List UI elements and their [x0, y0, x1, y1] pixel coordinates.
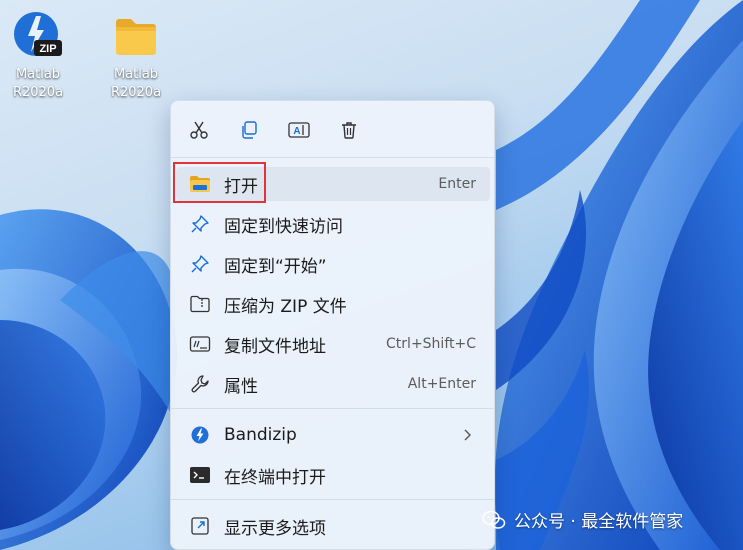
menu-item-label: 固定到快速访问 [224, 216, 343, 237]
menu-item-label: 固定到“开始” [224, 256, 327, 277]
menu-item-label: 显示更多选项 [224, 518, 326, 539]
menu-divider [171, 499, 494, 500]
folder-icon [116, 19, 156, 55]
menu-item-shortcut: Enter [438, 176, 476, 192]
delete-icon [342, 122, 356, 139]
menu-item-label: 属性 [224, 376, 258, 397]
context-menu-toolbar: A [181, 113, 367, 149]
pin-icon [191, 255, 209, 273]
wechat-icon [482, 510, 506, 529]
menu-item-open-terminal[interactable]: 在终端中打开 [176, 458, 490, 492]
zip-archive-icon: ZIP [14, 12, 62, 56]
cut-icon [190, 121, 208, 139]
menu-item-copy-path[interactable]: 复制文件地址 Ctrl+Shift+C [176, 327, 490, 361]
menu-divider [171, 157, 494, 158]
terminal-icon [190, 467, 210, 483]
desktop: ZIP Matlab R2020a Matlab R2020a A 打开 Ent… [0, 0, 743, 550]
menu-item-pin-start[interactable]: 固定到“开始” [176, 247, 490, 281]
watermark: 公众号 · 最全软件管家 [482, 507, 683, 532]
menu-item-show-more[interactable]: 显示更多选项 [176, 509, 490, 543]
desktop-icon-zip[interactable]: ZIP Matlab R2020a [4, 10, 72, 102]
desktop-icon-label: Matlab R2020a [12, 67, 64, 100]
menu-item-bandizip[interactable]: Bandizip [176, 418, 490, 452]
menu-item-compress-zip[interactable]: 压缩为 ZIP 文件 [176, 287, 490, 321]
chevron-right-icon [464, 429, 471, 441]
wrench-icon [191, 375, 209, 393]
bandizip-icon [191, 426, 209, 444]
desktop-icon-label: Matlab R2020a [110, 67, 162, 100]
pin-icon [191, 215, 209, 233]
desktop-icon-folder[interactable]: Matlab R2020a [102, 10, 170, 102]
copy-icon [242, 121, 257, 139]
menu-item-label: 压缩为 ZIP 文件 [224, 296, 347, 317]
svg-text:ZIP: ZIP [39, 43, 56, 55]
rename-icon: A [288, 122, 310, 138]
menu-item-pin-quick-access[interactable]: 固定到快速访问 [176, 207, 490, 241]
menu-item-label: 在终端中打开 [224, 467, 326, 488]
copy-button[interactable] [231, 113, 267, 147]
menu-item-properties[interactable]: 属性 Alt+Enter [176, 367, 490, 401]
cut-button[interactable] [181, 113, 217, 147]
zip-folder-icon [190, 295, 210, 313]
show-more-icon [191, 517, 209, 535]
menu-item-label: Bandizip [224, 425, 297, 445]
menu-item-shortcut: Ctrl+Shift+C [386, 336, 476, 352]
rename-button[interactable]: A [281, 113, 317, 147]
delete-button[interactable] [331, 113, 367, 147]
copy-path-icon [189, 336, 211, 352]
watermark-text: 公众号 · 最全软件管家 [514, 512, 684, 532]
highlight-annotation-box [173, 162, 266, 203]
svg-text:A: A [293, 126, 300, 137]
menu-divider [171, 408, 494, 409]
menu-item-label: 复制文件地址 [224, 336, 326, 357]
menu-item-shortcut: Alt+Enter [407, 376, 476, 392]
